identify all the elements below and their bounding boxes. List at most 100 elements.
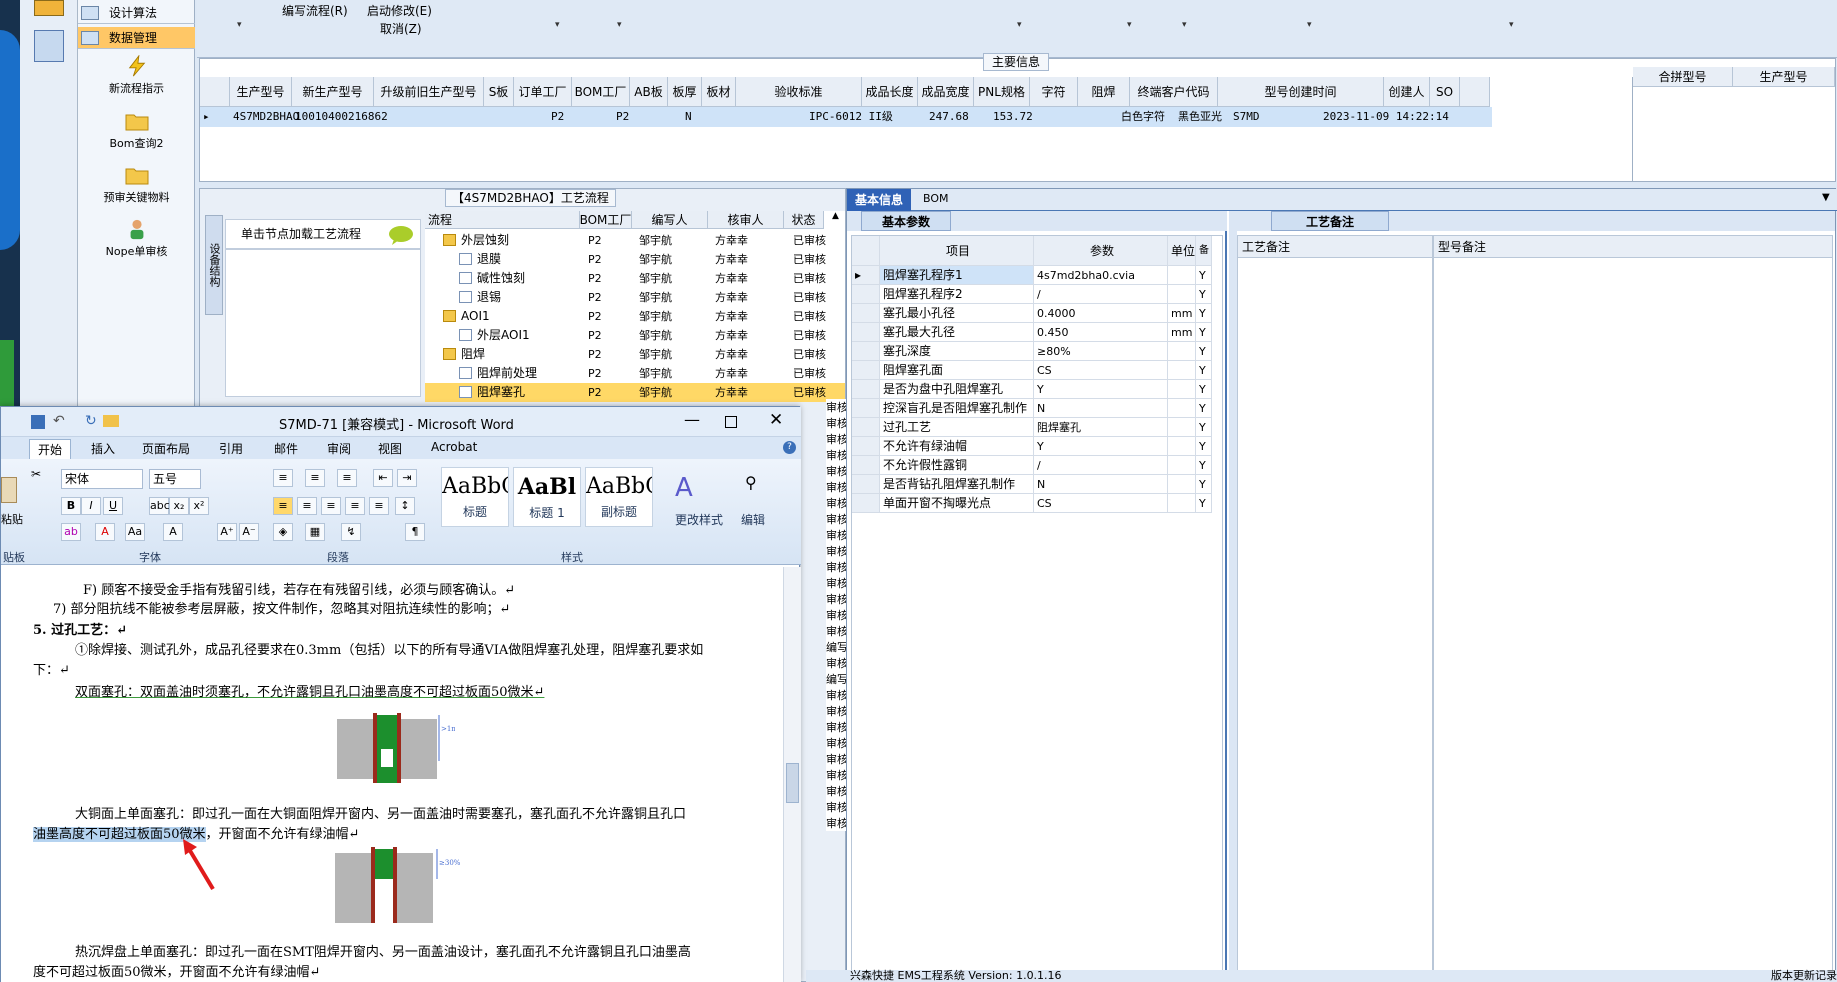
doc-scrollbar[interactable] (783, 567, 801, 982)
cancel-button[interactable]: 取消(Z) (380, 20, 422, 37)
flow-row[interactable]: 外层AOI1 P2 邹宇航 方幸幸 已审核 (425, 326, 845, 345)
col-header[interactable]: 升级前旧生产型号 (374, 77, 484, 107)
grow-font-button[interactable]: A⁺ (217, 523, 237, 541)
col-header[interactable]: 编写人 (632, 211, 708, 229)
tab-references[interactable]: 引用 (219, 440, 243, 457)
dropdown-caret-icon[interactable]: ▾ (1127, 20, 1132, 30)
param-row[interactable]: 不允许假性露铜 / Y (852, 456, 1222, 475)
param-row[interactable]: 不允许有绿油帽 Y Y (852, 437, 1222, 456)
redo-icon[interactable]: ↻ (85, 413, 97, 429)
undo-icon[interactable]: ↶ (53, 413, 65, 429)
paste-icon[interactable] (1, 477, 17, 503)
cell[interactable]: 2023-11-09 14:22:14 (1320, 107, 1470, 127)
distributed-button[interactable]: ≡ (369, 497, 389, 515)
flow-row[interactable]: 碱性蚀刻 P2 邹宇航 方幸幸 已审核 (425, 269, 845, 288)
style-subtitle[interactable]: AaBbC 副标题 (585, 467, 653, 527)
param-value[interactable]: ≥80% (1034, 342, 1168, 361)
col-header[interactable]: 板材 (702, 77, 736, 107)
cell[interactable]: N (682, 107, 712, 127)
align-left-button[interactable]: ≡ (273, 497, 293, 515)
sort-button[interactable]: ↯ (341, 523, 361, 541)
col-header[interactable]: 生产型号 (1733, 67, 1835, 87)
underline-button[interactable]: U (103, 497, 123, 515)
col-header[interactable]: 成品长度 (862, 77, 918, 107)
col-header[interactable]: 核审人 (708, 211, 784, 229)
param-row[interactable]: 阻焊塞孔面 CS Y (852, 361, 1222, 380)
flow-row[interactable]: 阻焊塞孔 P2 邹宇航 方幸幸 已审核 (425, 383, 845, 402)
borders-button[interactable]: ▦ (305, 523, 325, 541)
flow-row[interactable]: 阻焊前处理 P2 邹宇航 方幸幸 已审核 (425, 364, 845, 383)
param-value[interactable]: CS (1034, 494, 1168, 513)
param-value[interactable]: N (1034, 399, 1168, 418)
param-value[interactable]: CS (1034, 361, 1168, 380)
param-value[interactable]: 阻焊塞孔 (1034, 418, 1168, 437)
col-header[interactable]: PNL规格 (974, 77, 1030, 107)
cell[interactable]: 4S7MD2BHAO (230, 107, 299, 127)
cell[interactable]: 153.72 (990, 107, 1046, 127)
dropdown-caret-icon[interactable]: ▾ (555, 20, 560, 30)
edit-button[interactable]: 编辑 (741, 511, 765, 528)
style-heading1[interactable]: AaBl 标题 1 (513, 467, 581, 527)
align-center-button[interactable]: ≡ (297, 497, 317, 515)
col-header[interactable]: 状态 (784, 211, 824, 229)
show-marks-button[interactable]: ¶ (405, 523, 425, 541)
param-row[interactable]: 单面开窗不掏曝光点 CS Y (852, 494, 1222, 513)
col-header[interactable]: 单位 (1168, 236, 1196, 266)
col-header[interactable]: AB板 (630, 77, 668, 107)
document-body[interactable]: F) 顾客不接受金手指有残留引线，若存在有残留引线，必须与顾客确认。↵ 7) 部… (1, 567, 783, 982)
param-row[interactable]: 控深盲孔是否阻焊塞孔制作 N Y (852, 399, 1222, 418)
param-value[interactable]: 0.450 (1034, 323, 1168, 342)
col-header[interactable]: 板厚 (668, 77, 702, 107)
col-header[interactable]: BOM工厂 (580, 211, 632, 229)
start-modify-button[interactable]: 启动修改(E) (367, 2, 432, 19)
col-header[interactable]: 订单工厂 (514, 77, 572, 107)
col-header[interactable]: S板 (484, 77, 514, 107)
new-flow-button[interactable]: 新流程指示 (78, 55, 195, 96)
param-row[interactable]: 过孔工艺 阻焊塞孔 Y (852, 418, 1222, 437)
close-icon[interactable]: ✕ (769, 410, 783, 430)
tab-basic-info[interactable]: 基本信息 (847, 189, 912, 211)
decrease-indent-button[interactable]: ⇤ (373, 469, 393, 487)
col-header[interactable]: 字符 (1030, 77, 1078, 107)
flow-row[interactable]: AOI1 P2 邹宇航 方幸幸 已审核 (425, 307, 845, 326)
bullets-button[interactable]: ≡ (273, 469, 293, 487)
tab-process-notes[interactable]: 工艺备注 (1271, 211, 1390, 231)
param-value[interactable]: Y (1034, 380, 1168, 399)
justify-button[interactable]: ≡ (345, 497, 365, 515)
process-notes-area[interactable]: 工艺备注 (1237, 235, 1433, 982)
highlight-button[interactable]: ab (61, 523, 81, 541)
app-icon[interactable] (34, 0, 64, 16)
dropdown-caret-icon[interactable]: ▾ (1509, 20, 1514, 30)
tab-layout[interactable]: 页面布局 (142, 440, 190, 457)
col-header[interactable]: 流程 (425, 211, 580, 229)
edit-flow-button[interactable]: 编写流程(R) (282, 2, 348, 19)
col-header[interactable]: 阻焊 (1078, 77, 1130, 107)
param-row[interactable]: 是否为盘中孔阻焊塞孔 Y Y (852, 380, 1222, 399)
line-spacing-button[interactable]: ↕ (395, 497, 415, 515)
model-notes-area[interactable]: 型号备注 (1433, 235, 1833, 982)
change-style-icon[interactable]: A (675, 473, 693, 503)
tab-review[interactable]: 审阅 (327, 440, 351, 457)
param-row[interactable]: 塞孔最大孔径 0.450 mm Y (852, 323, 1222, 342)
flow-row[interactable]: 退锡 P2 邹宇航 方幸幸 已审核 (425, 288, 845, 307)
tab-acrobat[interactable]: Acrobat (431, 440, 477, 454)
open-folder-icon[interactable] (103, 415, 119, 427)
flow-row[interactable]: 阻焊 P2 邹宇航 方幸幸 已审核 (425, 345, 845, 364)
help-icon[interactable]: ? (783, 441, 796, 454)
font-size-change-button[interactable]: Aa (125, 523, 145, 541)
cell[interactable]: S7MD (1230, 107, 1286, 127)
cell[interactable]: P2 (613, 107, 653, 127)
dropdown-caret-icon[interactable]: ▾ (1017, 20, 1022, 30)
bom-query-button[interactable]: Bom查询2 (78, 110, 195, 151)
col-header[interactable]: 参数 (1034, 236, 1168, 266)
param-value[interactable]: 4s7md2bha0.cvia (1034, 266, 1168, 285)
cell[interactable]: IPC-6012 II级 (806, 107, 906, 127)
col-header[interactable]: 验收标准 (736, 77, 862, 107)
font-name-select[interactable]: 宋体 (61, 469, 143, 489)
nope-review-button[interactable]: Nope单审核 (78, 218, 195, 259)
col-header[interactable]: 生产型号 (230, 77, 292, 107)
style-title[interactable]: AaBbC 标题 (441, 467, 509, 527)
param-value[interactable]: Y (1034, 437, 1168, 456)
numbering-button[interactable]: ≡ (305, 469, 325, 487)
update-log-link[interactable]: 版本更新记录 (1771, 970, 1837, 982)
